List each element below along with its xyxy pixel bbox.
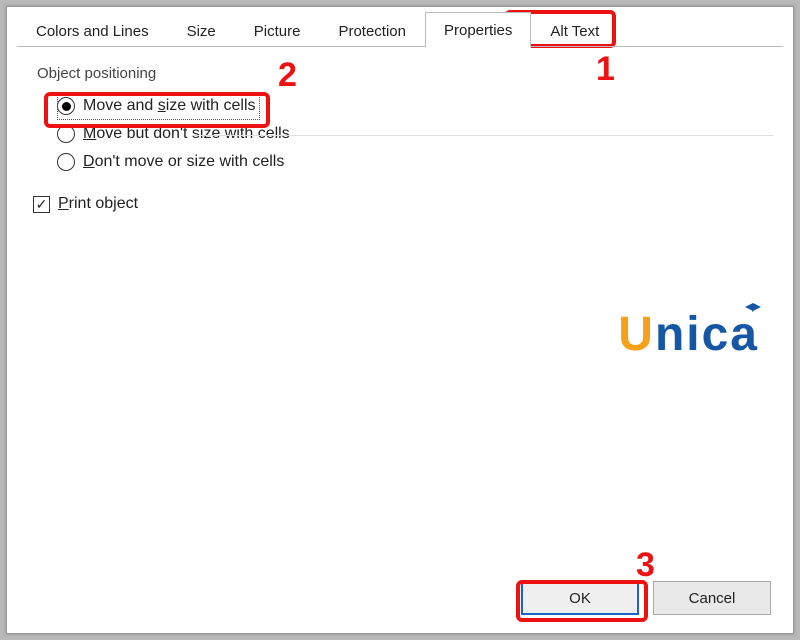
radio-label: Don't move or size with cells [83,153,284,171]
group-object-positioning: Object positioning [37,65,773,82]
radio-label: Move and size with cells [83,97,256,115]
tab-picture[interactable]: Picture [235,13,320,48]
tab-properties[interactable]: Properties [425,12,531,48]
radio-icon [57,125,75,143]
dialog-buttons: OK Cancel [521,581,771,615]
radio-icon [57,153,75,171]
tab-bar: Colors and Lines Size Picture Protection… [7,7,793,47]
tab-protection[interactable]: Protection [319,13,425,48]
radio-label: Move but don't size with cells [83,125,290,143]
radio-group-positioning: Move and size with cells Move but don't … [57,92,773,176]
dialog-window: Colors and Lines Size Picture Protection… [6,6,794,634]
tab-size[interactable]: Size [168,13,235,48]
ok-button[interactable]: OK [521,581,639,615]
tab-colors-lines[interactable]: Colors and Lines [17,13,168,48]
tab-alt-text[interactable]: Alt Text [531,13,618,48]
radio-move-no-size[interactable]: Move but don't size with cells [57,120,773,148]
checkbox-label: Print object [58,195,138,213]
radio-icon [57,97,75,115]
cancel-button[interactable]: Cancel [653,581,771,615]
checkbox-print-object[interactable]: ✓ Print object [33,190,773,218]
radio-move-and-size[interactable]: Move and size with cells [57,92,260,120]
group-rule [192,135,773,136]
radio-dont-move[interactable]: Don't move or size with cells [57,148,773,176]
watermark-unica: Unica [618,307,759,362]
checkbox-icon: ✓ [33,196,50,213]
tab-underline [17,46,783,47]
graduation-cap-icon [745,303,761,313]
tab-filler [618,7,783,47]
